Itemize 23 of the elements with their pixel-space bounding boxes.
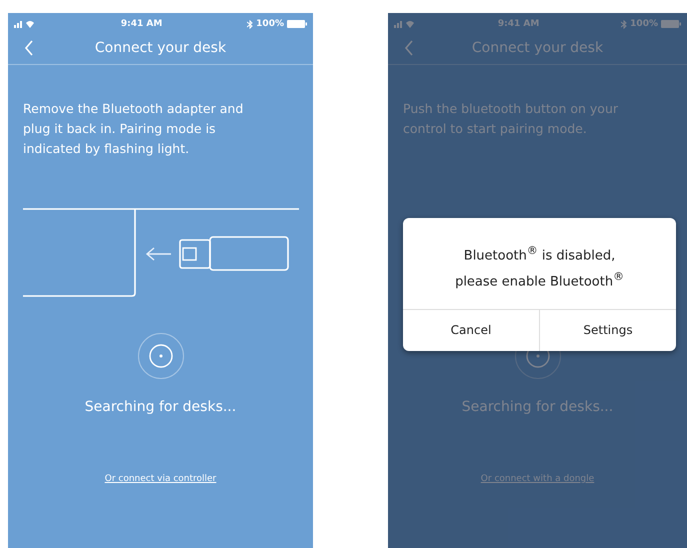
back-chevron-icon[interactable]	[24, 40, 34, 56]
searching-status: Searching for desks...	[462, 399, 614, 415]
screen-title: Connect your desk	[472, 40, 604, 56]
back-chevron-icon[interactable]	[404, 40, 414, 56]
battery-icon	[286, 20, 307, 28]
alert-message: please enable Bluetooth$^{®}$	[454, 269, 625, 292]
bluetooth-icon	[621, 20, 628, 28]
searching-status: Searching for desks...	[84, 399, 236, 415]
bluetooth-icon	[247, 20, 254, 28]
dialog-button[interactable]: Settings	[539, 310, 676, 351]
battery-percent: 100%	[630, 19, 658, 29]
instruction-text: Remove the Bluetooth adapter and plug it back in. Pairing mode is indicated by flashing light.	[23, 100, 244, 158]
status-time: 9:41 AM	[498, 19, 540, 29]
searching-target-icon	[148, 344, 172, 368]
battery-percent: 100%	[256, 19, 284, 29]
alert-message: Bluetooth$^{®}$ is disabled,	[462, 243, 616, 266]
status-time: 9:41 AM	[120, 19, 162, 29]
signal-wifi-icon	[14, 20, 36, 28]
signal-wifi-icon	[394, 20, 416, 28]
instruction-text: Push the bluetooth button on your control to start pairing mode.	[403, 100, 620, 138]
dialog-button[interactable]: Cancel	[403, 310, 539, 351]
screen-title: Connect your desk	[94, 40, 226, 56]
battery-icon	[660, 20, 681, 28]
